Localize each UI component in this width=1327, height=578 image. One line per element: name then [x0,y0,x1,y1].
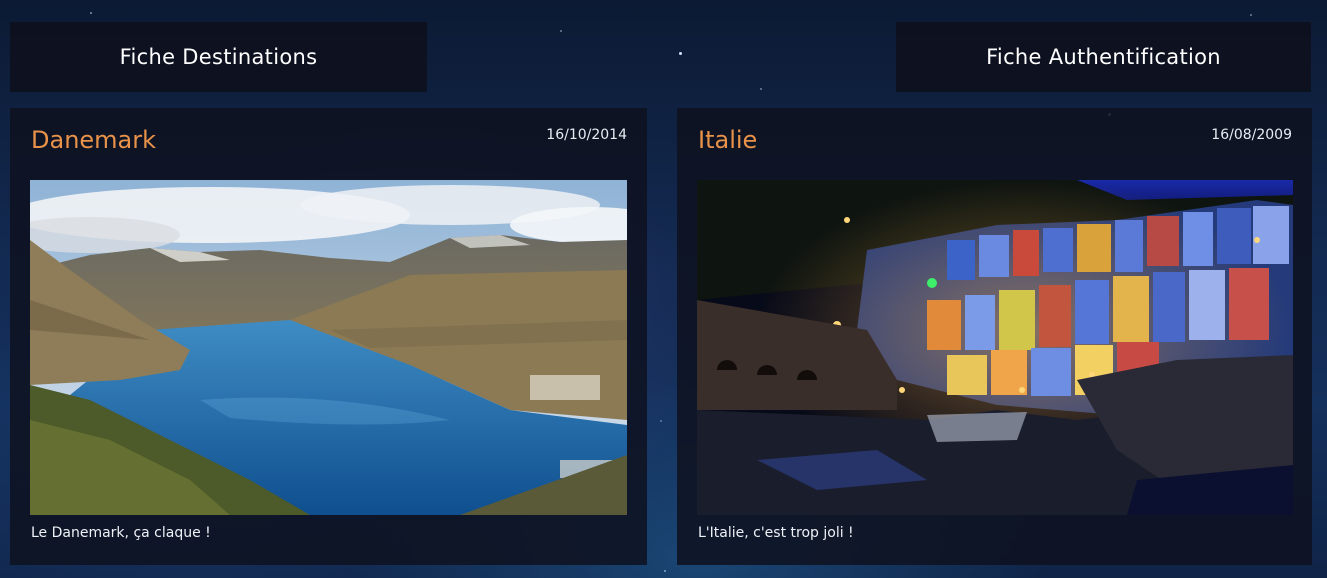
fiche-destinations-button[interactable]: Fiche Destinations [10,22,427,92]
card-date: 16/10/2014 [546,127,627,143]
card-date: 16/08/2009 [1211,127,1292,143]
card-caption: L'Italie, c'est trop joli ! [698,525,854,541]
fiche-authentification-button[interactable]: Fiche Authentification [896,22,1311,92]
star [560,30,562,32]
card-title[interactable]: Italie [698,126,757,154]
fiche-authentification-label: Fiche Authentification [986,45,1221,69]
star [664,570,666,572]
destination-card-danemark[interactable]: Danemark 16/10/2014 Le Danemark, ça claq… [10,108,647,565]
star [679,52,682,55]
star [90,12,92,14]
fiche-destinations-label: Fiche Destinations [119,45,318,69]
star [1250,14,1252,16]
fjord-landscape-image [30,180,627,515]
star [660,420,662,422]
card-caption: Le Danemark, ça claque ! [31,525,211,541]
coastal-village-night-photo[interactable] [697,180,1293,515]
star [760,88,762,90]
fjord-landscape-photo[interactable] [30,180,627,515]
card-title[interactable]: Danemark [31,126,156,154]
destination-card-italie[interactable]: Italie 16/08/2009 L'Italie, c'est trop j… [677,108,1312,565]
coastal-village-night-image [697,180,1293,515]
